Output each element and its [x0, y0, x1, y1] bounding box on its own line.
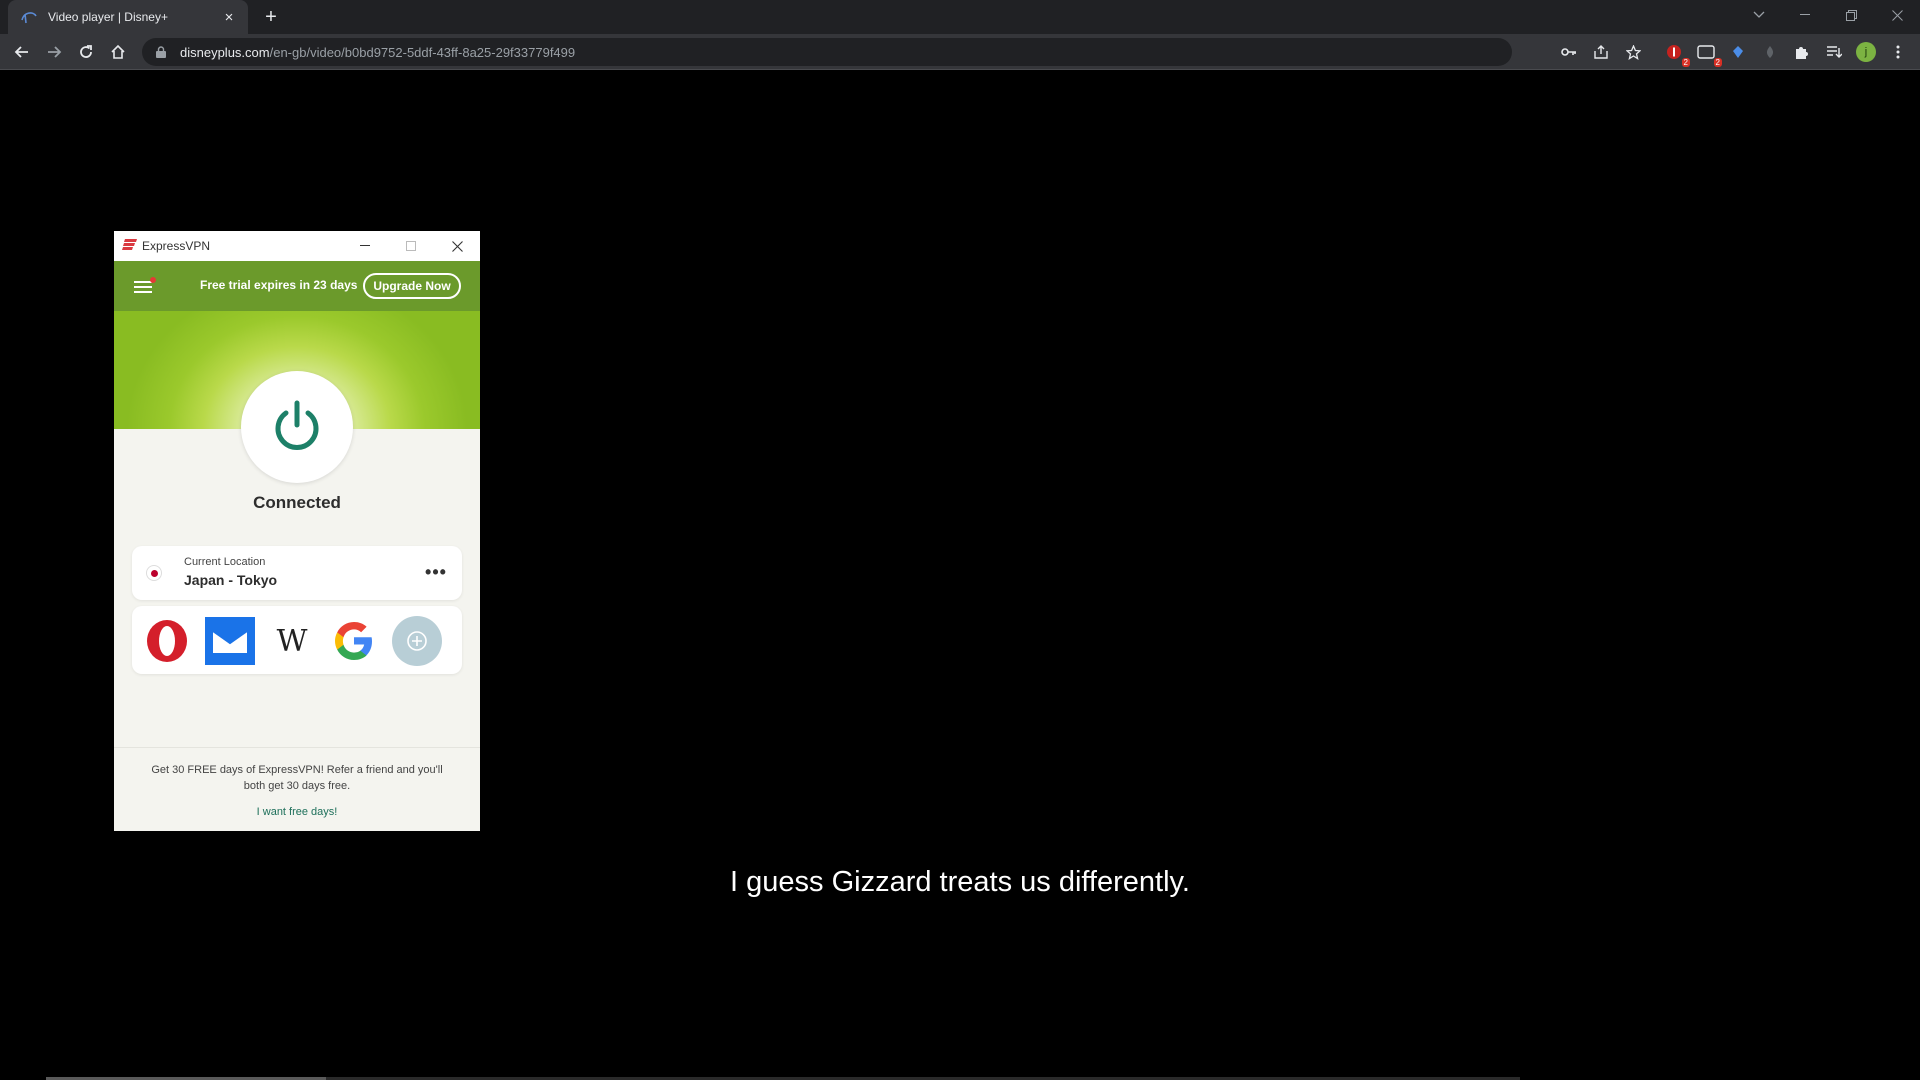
- extension-badge: 2: [1681, 58, 1690, 67]
- vpn-app-name: ExpressVPN: [142, 239, 211, 253]
- expressvpn-logo-icon: [122, 237, 138, 255]
- profile-initial: j: [1856, 42, 1876, 62]
- shortcuts-bar: W: [132, 606, 462, 674]
- browser-toolbar: disneyplus.com/en-gb/video/b0bd9752-5ddf…: [0, 34, 1920, 70]
- wikipedia-icon[interactable]: W: [267, 616, 317, 666]
- trial-text: Free trial expires in 23 days: [200, 278, 358, 292]
- new-tab-button[interactable]: +: [258, 4, 284, 30]
- hamburger-menu-icon[interactable]: [134, 277, 156, 295]
- free-days-link[interactable]: I want free days!: [114, 806, 480, 818]
- key-icon[interactable]: [1558, 41, 1580, 63]
- address-bar[interactable]: disneyplus.com/en-gb/video/b0bd9752-5ddf…: [142, 38, 1512, 66]
- vpn-trial-banner: Free trial expires in 23 days Upgrade No…: [114, 261, 480, 311]
- location-value: Japan - Tokyo: [184, 572, 278, 588]
- window-restore-icon[interactable]: [1828, 0, 1874, 30]
- extension-shield-icon[interactable]: 2: [1662, 40, 1690, 67]
- upgrade-now-button[interactable]: Upgrade Now: [363, 273, 461, 299]
- vpn-titlebar: ExpressVPN: [114, 231, 480, 261]
- home-icon[interactable]: [104, 38, 132, 66]
- reading-list-icon[interactable]: [1822, 40, 1846, 64]
- location-label: Current Location: [184, 556, 266, 568]
- google-icon[interactable]: [329, 616, 379, 666]
- video-subtitle: I guess Gizzard treats us differently.: [730, 866, 1190, 898]
- add-shortcut-icon[interactable]: [392, 616, 442, 666]
- disney-favicon-icon: [20, 8, 38, 26]
- tab-title: Video player | Disney+: [48, 10, 168, 24]
- expressvpn-window: ExpressVPN Free trial expires in 23 days…: [114, 231, 480, 831]
- url-host: disneyplus.com: [180, 44, 270, 60]
- browser-menu-icon[interactable]: [1886, 40, 1910, 64]
- extension-drop-grey-icon[interactable]: [1758, 40, 1782, 64]
- location-options-icon[interactable]: •••: [424, 562, 448, 582]
- tab-disney-video-player[interactable]: Video player | Disney+ ×: [8, 0, 248, 34]
- profile-avatar[interactable]: j: [1854, 40, 1878, 64]
- window-minimize-icon[interactable]: [1782, 0, 1828, 30]
- power-button[interactable]: [241, 371, 353, 483]
- back-arrow-icon[interactable]: [8, 38, 36, 66]
- mail-icon[interactable]: [205, 616, 255, 666]
- url-path: /en-gb/video/b0bd9752-5ddf-43ff-8a25-29f…: [269, 44, 576, 60]
- power-icon: [269, 397, 325, 458]
- connection-status: Connected: [253, 493, 341, 512]
- extension-badge: 2: [1713, 58, 1722, 67]
- lock-icon[interactable]: [154, 45, 168, 59]
- tab-close-icon[interactable]: ×: [220, 8, 238, 26]
- extension-screen-icon[interactable]: 2: [1694, 40, 1722, 67]
- current-location-card[interactable]: Current Location Japan - Tokyo •••: [132, 546, 462, 600]
- vpn-close-icon[interactable]: [434, 231, 480, 261]
- forward-arrow-icon[interactable]: [40, 38, 68, 66]
- url-text: disneyplus.com/en-gb/video/b0bd9752-5ddf…: [180, 45, 575, 60]
- vpn-minimize-icon[interactable]: [342, 231, 388, 261]
- share-icon[interactable]: [1590, 41, 1612, 63]
- extensions-puzzle-icon[interactable]: [1790, 40, 1814, 64]
- bookmark-star-icon[interactable]: [1622, 41, 1644, 63]
- opera-icon[interactable]: [142, 616, 192, 666]
- extension-drop-blue-icon[interactable]: [1726, 40, 1750, 64]
- tab-strip: Video player | Disney+ × +: [0, 0, 1920, 34]
- vpn-divider: [114, 747, 480, 748]
- tab-search-icon[interactable]: [1736, 0, 1782, 30]
- vpn-maximize-icon: [388, 231, 434, 261]
- reload-icon[interactable]: [72, 38, 100, 66]
- referral-text: Get 30 FREE days of ExpressVPN! Refer a …: [151, 764, 443, 792]
- window-close-icon[interactable]: [1874, 0, 1920, 30]
- browser-window: Video player | Disney+ × + disneyplus.co…: [0, 0, 1920, 1080]
- japan-flag-icon: [146, 565, 162, 581]
